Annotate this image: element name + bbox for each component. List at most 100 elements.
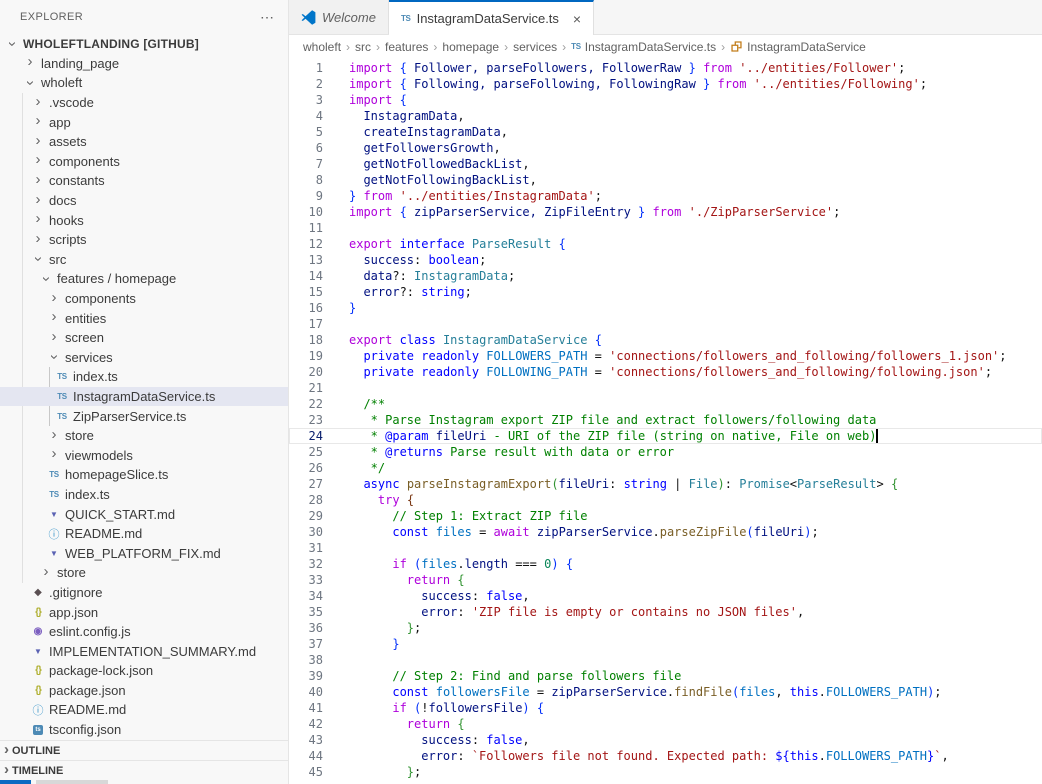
code-editor[interactable]: 1import { Follower, parseFollowers, Foll… (289, 58, 1042, 784)
tree-item-label: components (49, 154, 120, 169)
code-line-21[interactable]: 21 (289, 380, 1042, 396)
code-line-39[interactable]: 39 // Step 2: Find and parse followers f… (289, 668, 1042, 684)
tree-item-readme-md[interactable]: ⓘREADME.md (0, 700, 288, 720)
tree-item-viewmodels[interactable]: ›viewmodels (0, 445, 288, 465)
code-line-1[interactable]: 1import { Follower, parseFollowers, Foll… (289, 60, 1042, 76)
code-line-19[interactable]: 19 private readonly FOLLOWERS_PATH = 'co… (289, 348, 1042, 364)
code-line-38[interactable]: 38 (289, 652, 1042, 668)
tree-item-scripts[interactable]: ›scripts (0, 230, 288, 250)
code-line-10[interactable]: 10import { zipParserService, ZipFileEntr… (289, 204, 1042, 220)
code-line-15[interactable]: 15 error?: string; (289, 284, 1042, 300)
code-line-26[interactable]: 26 */ (289, 460, 1042, 476)
tree-item-vscode[interactable]: ›.vscode (0, 93, 288, 113)
tree-item-wholeft[interactable]: ›wholeft (0, 73, 288, 93)
code-line-44[interactable]: 44 error: `Followers file not found. Exp… (289, 748, 1042, 764)
tree-item-app-json[interactable]: {}app.json (0, 602, 288, 622)
tree-item-package-json[interactable]: {}package.json (0, 681, 288, 701)
code-line-8[interactable]: 8 getNotFollowingBackList, (289, 172, 1042, 188)
tree-item-features-homepage[interactable]: ›features / homepage (0, 269, 288, 289)
code-line-13[interactable]: 13 success: boolean; (289, 252, 1042, 268)
tree-item-entities[interactable]: ›entities (0, 308, 288, 328)
line-number: 24 (289, 429, 335, 443)
more-actions-icon[interactable]: ⋯ (260, 10, 274, 24)
tree-item-landing-page[interactable]: ›landing_page (0, 54, 288, 74)
tree-item-src[interactable]: ›src (0, 250, 288, 270)
tree-item-implementation-summary-md[interactable]: ▼IMPLEMENTATION_SUMMARY.md (0, 641, 288, 661)
code-line-20[interactable]: 20 private readonly FOLLOWING_PATH = 'co… (289, 364, 1042, 380)
breadcrumb-item-services[interactable]: services (513, 40, 557, 54)
code-line-40[interactable]: 40 const followersFile = zipParserServic… (289, 684, 1042, 700)
tree-item-services[interactable]: ›services (0, 348, 288, 368)
code-line-6[interactable]: 6 getFollowersGrowth, (289, 140, 1042, 156)
tree-item-label: components (65, 291, 136, 306)
code-line-5[interactable]: 5 createInstagramData, (289, 124, 1042, 140)
tree-item-package-lock-json[interactable]: {}package-lock.json (0, 661, 288, 681)
tree-item-docs[interactable]: ›docs (0, 191, 288, 211)
code-line-28[interactable]: 28 try { (289, 492, 1042, 508)
code-line-30[interactable]: 30 const files = await zipParserService.… (289, 524, 1042, 540)
breadcrumb-item-wholeft[interactable]: wholeft (303, 40, 341, 54)
code-line-22[interactable]: 22 /** (289, 396, 1042, 412)
breadcrumb-item-src[interactable]: src (355, 40, 371, 54)
breadcrumb-item-file[interactable]: TSInstagramDataService.ts (571, 40, 716, 54)
code-line-2[interactable]: 2import { Following, parseFollowing, Fol… (289, 76, 1042, 92)
code-line-18[interactable]: 18export class InstagramDataService { (289, 332, 1042, 348)
code-line-17[interactable]: 17 (289, 316, 1042, 332)
tree-item-tsconfig-json[interactable]: tstsconfig.json (0, 720, 288, 740)
code-line-11[interactable]: 11 (289, 220, 1042, 236)
tree-item-homepageslice-ts[interactable]: TShomepageSlice.ts (0, 465, 288, 485)
code-line-42[interactable]: 42 return { (289, 716, 1042, 732)
code-line-33[interactable]: 33 return { (289, 572, 1042, 588)
code-line-24[interactable]: 24 * @param fileUri - URI of the ZIP fil… (289, 428, 1042, 444)
tree-item-components[interactable]: ›components (0, 152, 288, 172)
timeline-section-header[interactable]: › TIMELINE (0, 760, 288, 780)
tree-item-eslint-config-js[interactable]: ◉eslint.config.js (0, 622, 288, 642)
tree-item-zipparserservice-ts[interactable]: TSZipParserService.ts (0, 406, 288, 426)
tree-item-screen[interactable]: ›screen (0, 328, 288, 348)
tree-item-web-platform-fix-md[interactable]: ▼WEB_PLATFORM_FIX.md (0, 543, 288, 563)
code-line-14[interactable]: 14 data?: InstagramData; (289, 268, 1042, 284)
code-line-9[interactable]: 9} from '../entities/InstagramData'; (289, 188, 1042, 204)
code-line-32[interactable]: 32 if (files.length === 0) { (289, 556, 1042, 572)
tab-instagramdataservice-ts[interactable]: TSInstagramDataService.ts× (389, 0, 594, 35)
chevron-right-icon: › (38, 567, 54, 577)
code-line-29[interactable]: 29 // Step 1: Extract ZIP file (289, 508, 1042, 524)
code-line-4[interactable]: 4 InstagramData, (289, 108, 1042, 124)
tree-item-index-ts[interactable]: TSindex.ts (0, 367, 288, 387)
code-line-23[interactable]: 23 * Parse Instagram export ZIP file and… (289, 412, 1042, 428)
code-line-12[interactable]: 12export interface ParseResult { (289, 236, 1042, 252)
code-line-41[interactable]: 41 if (!followersFile) { (289, 700, 1042, 716)
tree-item-quick-start-md[interactable]: ▼QUICK_START.md (0, 504, 288, 524)
close-icon[interactable]: × (573, 11, 581, 27)
code-line-25[interactable]: 25 * @returns Parse result with data or … (289, 444, 1042, 460)
code-line-37[interactable]: 37 } (289, 636, 1042, 652)
code-line-34[interactable]: 34 success: false, (289, 588, 1042, 604)
tree-item-index-ts[interactable]: TSindex.ts (0, 485, 288, 505)
sidebar-hscrollbar-thumb[interactable] (36, 780, 108, 784)
code-line-45[interactable]: 45 }; (289, 764, 1042, 780)
tree-item-constants[interactable]: ›constants (0, 171, 288, 191)
tree-item-gitignore[interactable]: ◆.gitignore (0, 583, 288, 603)
tree-item-store[interactable]: ›store (0, 426, 288, 446)
tree-item-readme-md[interactable]: ⓘREADME.md (0, 524, 288, 544)
code-line-35[interactable]: 35 error: 'ZIP file is empty or contains… (289, 604, 1042, 620)
tab-welcome[interactable]: Welcome (289, 0, 389, 34)
tree-item-app[interactable]: ›app (0, 112, 288, 132)
tree-item-assets[interactable]: ›assets (0, 132, 288, 152)
tree-item-components[interactable]: ›components (0, 289, 288, 309)
breadcrumb-item-symbol[interactable]: InstagramDataService (730, 40, 866, 54)
code-line-16[interactable]: 16} (289, 300, 1042, 316)
tree-item-store[interactable]: ›store (0, 563, 288, 583)
tree-item-hooks[interactable]: ›hooks (0, 210, 288, 230)
code-line-3[interactable]: 3import { (289, 92, 1042, 108)
code-line-27[interactable]: 27 async parseInstagramExport(fileUri: s… (289, 476, 1042, 492)
code-line-43[interactable]: 43 success: false, (289, 732, 1042, 748)
tree-item-instagramdataservice-ts[interactable]: TSInstagramDataService.ts (0, 387, 288, 407)
outline-section-header[interactable]: › OUTLINE (0, 740, 288, 760)
code-line-31[interactable]: 31 (289, 540, 1042, 556)
breadcrumb-item-homepage[interactable]: homepage (442, 40, 499, 54)
code-line-36[interactable]: 36 }; (289, 620, 1042, 636)
breadcrumb-item-features[interactable]: features (385, 40, 428, 54)
code-line-7[interactable]: 7 getNotFollowedBackList, (289, 156, 1042, 172)
tree-item-wholeftlanding-github[interactable]: ›WHOLEFTLANDING [GITHUB] (0, 34, 288, 54)
